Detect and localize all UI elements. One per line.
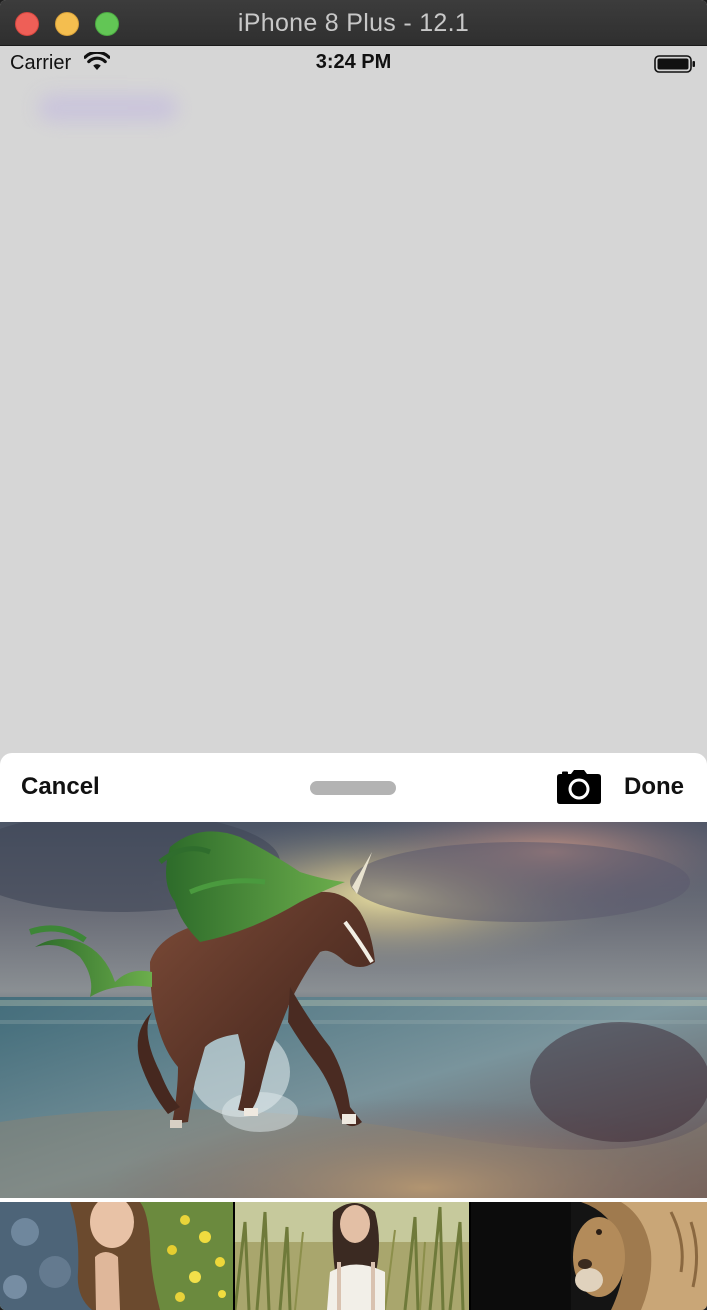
lion-photo-image xyxy=(471,1202,707,1310)
simulator-window: iPhone 8 Plus - 12.1 Carrier 3:24 PM Can… xyxy=(0,0,707,1310)
sheet-grabber-handle[interactable] xyxy=(310,781,396,795)
window-titlebar[interactable]: iPhone 8 Plus - 12.1 xyxy=(0,0,707,46)
status-time: 3:24 PM xyxy=(315,51,392,73)
unicorn-photo-image xyxy=(0,822,707,1198)
window-title: iPhone 8 Plus - 12.1 xyxy=(237,9,470,37)
battery-icon xyxy=(654,55,695,73)
photo-thumbnail-strip xyxy=(0,1202,707,1310)
thumbnail-woman-flowers[interactable] xyxy=(0,1202,233,1310)
done-button[interactable]: Done xyxy=(624,773,684,801)
photo-picker-sheet: Cancel Done xyxy=(0,753,707,1310)
thumbnail-lion[interactable] xyxy=(471,1202,707,1310)
device-screen: Carrier 3:24 PM Cancel Done xyxy=(0,46,707,1310)
selected-photo-preview[interactable] xyxy=(0,822,707,1198)
blurred-navigation-title xyxy=(38,94,178,122)
cancel-button[interactable]: Cancel xyxy=(21,773,100,801)
picker-header: Cancel Done xyxy=(0,753,707,822)
thumbnail-woman-grass[interactable] xyxy=(235,1202,469,1310)
woman-flowers-photo-image xyxy=(0,1202,233,1310)
camera-icon[interactable] xyxy=(556,769,602,805)
status-bar: Carrier 3:24 PM xyxy=(0,46,707,82)
woman-grass-photo-image xyxy=(235,1202,469,1310)
